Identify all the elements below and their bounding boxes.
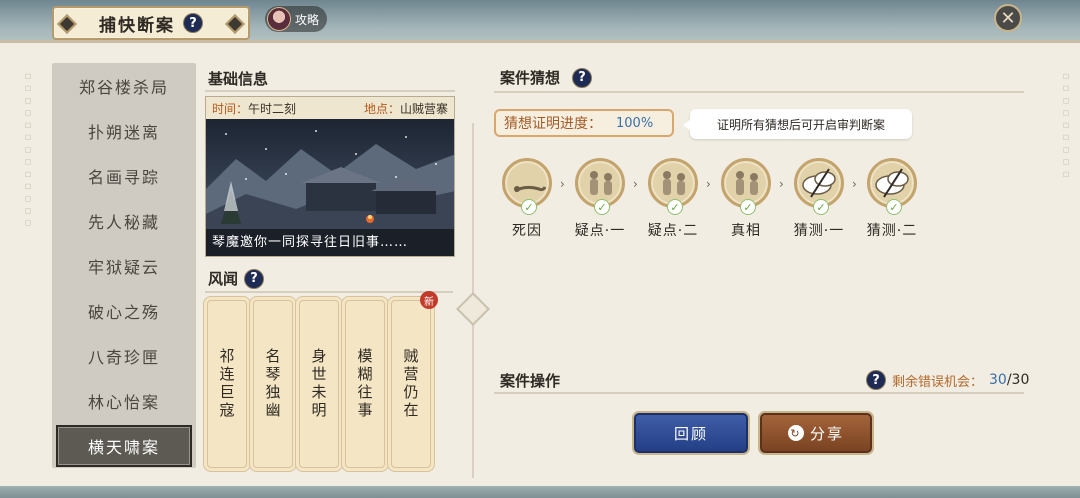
mistake-value: 30/30 — [989, 372, 1029, 388]
mistake-label: 剩余错误机会： — [892, 374, 984, 390]
guess-node-label: 猜测·一 — [793, 223, 845, 239]
case-item[interactable]: 八奇珍匣 — [52, 333, 196, 378]
rumor-label: 祁连巨寇 — [217, 348, 236, 420]
check-icon: ✓ — [594, 199, 610, 215]
ornament-left-icon — [57, 14, 77, 34]
case-item[interactable]: 破心之殇 — [52, 288, 196, 333]
main-panel: ☐ ☐ ☐ ☐ ☐ ☐ ☐ ☐ ☐ ☐ ☐ ☐ ☐ ☐ ☐ ☐ ☐ ☐ ☐ ☐ … — [0, 40, 1080, 490]
mistake-current: 30 — [989, 372, 1007, 388]
mistake-help-icon[interactable]: ? — [866, 370, 886, 390]
decorative-script-left: ☐ ☐ ☐ ☐ ☐ ☐ ☐ ☐ ☐ ☐ ☐ ☐ ☐ — [24, 73, 32, 229]
rumor-card[interactable]: 模糊往事 — [345, 300, 385, 468]
guess-node[interactable]: ✓ — [575, 158, 625, 215]
share-icon: ↻ — [787, 425, 804, 441]
rumor-label: 模糊往事 — [355, 348, 374, 420]
guide-button[interactable]: 攻略 — [265, 6, 327, 32]
arrow-right-icon: › — [633, 177, 638, 191]
guess-node-label: 疑点·一 — [574, 223, 626, 239]
case-item[interactable]: 郑谷楼杀局 — [52, 63, 196, 108]
basic-info-rule — [205, 90, 455, 92]
arrow-right-icon: › — [852, 177, 857, 191]
new-badge: 新 — [420, 291, 438, 309]
operations-rule — [494, 392, 1024, 394]
progress-label: 猜想证明进度： — [504, 116, 602, 132]
guide-label: 攻略 — [295, 12, 320, 27]
case-item[interactable]: 林心怡案 — [52, 378, 196, 423]
basic-info-title: 基础信息 — [208, 70, 269, 88]
check-icon: ✓ — [813, 199, 829, 215]
scene-caption: 琴魔邀你一同探寻往日旧事…… — [212, 235, 409, 250]
info-header: 时间：午时二刻 地点：山贼营寨 — [206, 97, 454, 119]
guess-node[interactable]: ✓ — [794, 158, 844, 215]
title-help-icon[interactable]: ? — [183, 13, 203, 33]
case-item[interactable]: 牢狱疑云 — [52, 243, 196, 288]
guess-node-label: 真相 — [731, 223, 761, 239]
check-icon: ✓ — [740, 199, 756, 215]
check-icon: ✓ — [886, 199, 902, 215]
rumor-label: 身世未明 — [309, 348, 328, 420]
decorative-script-right: ☐ ☐ ☐ ☐ ☐ ☐ ☐ ☐ ☐ — [1062, 73, 1070, 180]
guess-title: 案件猜想 — [500, 69, 561, 87]
rumor-label: 贼营仍在 — [401, 348, 420, 420]
mistake-total: /30 — [1006, 372, 1030, 388]
rumor-card[interactable]: 贼营仍在 新 — [391, 291, 438, 468]
case-item[interactable]: 先人秘藏 — [52, 198, 196, 243]
guess-header: 案件猜想 ? — [500, 67, 593, 88]
rumor-card[interactable]: 祁连巨寇 — [207, 300, 247, 468]
tip-bubble: 证明所有猜想后可开启审判断案 — [683, 109, 912, 139]
title-plate: 捕快断案 ? — [52, 6, 250, 40]
case-item[interactable]: 扑朔迷离 — [52, 108, 196, 153]
guess-node[interactable]: ✓ — [867, 158, 917, 215]
arrow-right-icon: › — [706, 177, 711, 191]
guide-avatar — [267, 7, 291, 31]
guess-help-icon[interactable]: ? — [572, 67, 593, 88]
place-value: 山贼营寨 — [399, 101, 448, 116]
rumors-header: 风闻 ? — [208, 268, 265, 289]
rumor-card[interactable]: 身世未明 — [299, 300, 339, 468]
divider-knot-icon — [456, 292, 490, 326]
case-item[interactable]: 横天啸案 — [56, 425, 192, 467]
place-field: 地点：山贼营寨 — [364, 100, 448, 117]
guess-node-label: 猜测·二 — [866, 223, 918, 239]
rumor-label: 名琴独幽 — [263, 348, 282, 420]
share-label: 分享 — [809, 424, 844, 443]
arrow-right-icon: › — [779, 177, 784, 191]
mistake-counter: ? 剩余错误机会： 30/30 — [866, 370, 1029, 390]
arrow-right-icon: › — [560, 177, 565, 191]
rumors-help-icon[interactable]: ? — [244, 268, 265, 289]
share-button[interactable]: ↻ 分享 — [760, 413, 872, 453]
guess-rule — [494, 91, 1024, 93]
rumors-title: 风闻 — [208, 270, 239, 288]
place-key: 地点： — [363, 101, 400, 116]
case-list: 郑谷楼杀局 扑朔迷离 名画寻踪 先人秘藏 牢狱疑云 破心之殇 八奇珍匣 林心怡案 横天啸案 — [52, 63, 196, 468]
check-icon: ✓ — [667, 199, 683, 215]
operations-title: 案件操作 — [500, 372, 561, 390]
rumors-rule — [205, 291, 453, 293]
page-title: 捕快断案 — [99, 15, 175, 36]
review-button[interactable]: 回顾 — [634, 413, 748, 453]
time-field: 时间：午时二刻 — [212, 100, 296, 117]
bottom-strip — [0, 486, 1080, 498]
guess-node[interactable]: ✓ — [721, 158, 771, 215]
rumor-card[interactable]: 名琴独幽 — [253, 300, 293, 468]
guess-node-label: 死因 — [512, 223, 542, 239]
review-label: 回顾 — [673, 424, 708, 443]
time-key: 时间： — [212, 101, 249, 116]
guess-node[interactable]: ✓ — [648, 158, 698, 215]
progress-value: 100% — [616, 115, 654, 131]
basic-info-card: 时间：午时二刻 地点：山贼营寨 琴魔邀你一同探寻往日旧事…… — [205, 96, 455, 257]
time-value: 午时二刻 — [248, 101, 297, 116]
case-item[interactable]: 名画寻踪 — [52, 153, 196, 198]
progress-box: 猜想证明进度： 100% — [494, 109, 674, 137]
ornament-right-icon — [225, 14, 245, 34]
close-icon[interactable]: ✕ — [994, 4, 1022, 32]
guess-node[interactable]: ✓ — [502, 158, 552, 215]
guess-node-label: 疑点·二 — [647, 223, 699, 239]
check-icon: ✓ — [521, 199, 537, 215]
